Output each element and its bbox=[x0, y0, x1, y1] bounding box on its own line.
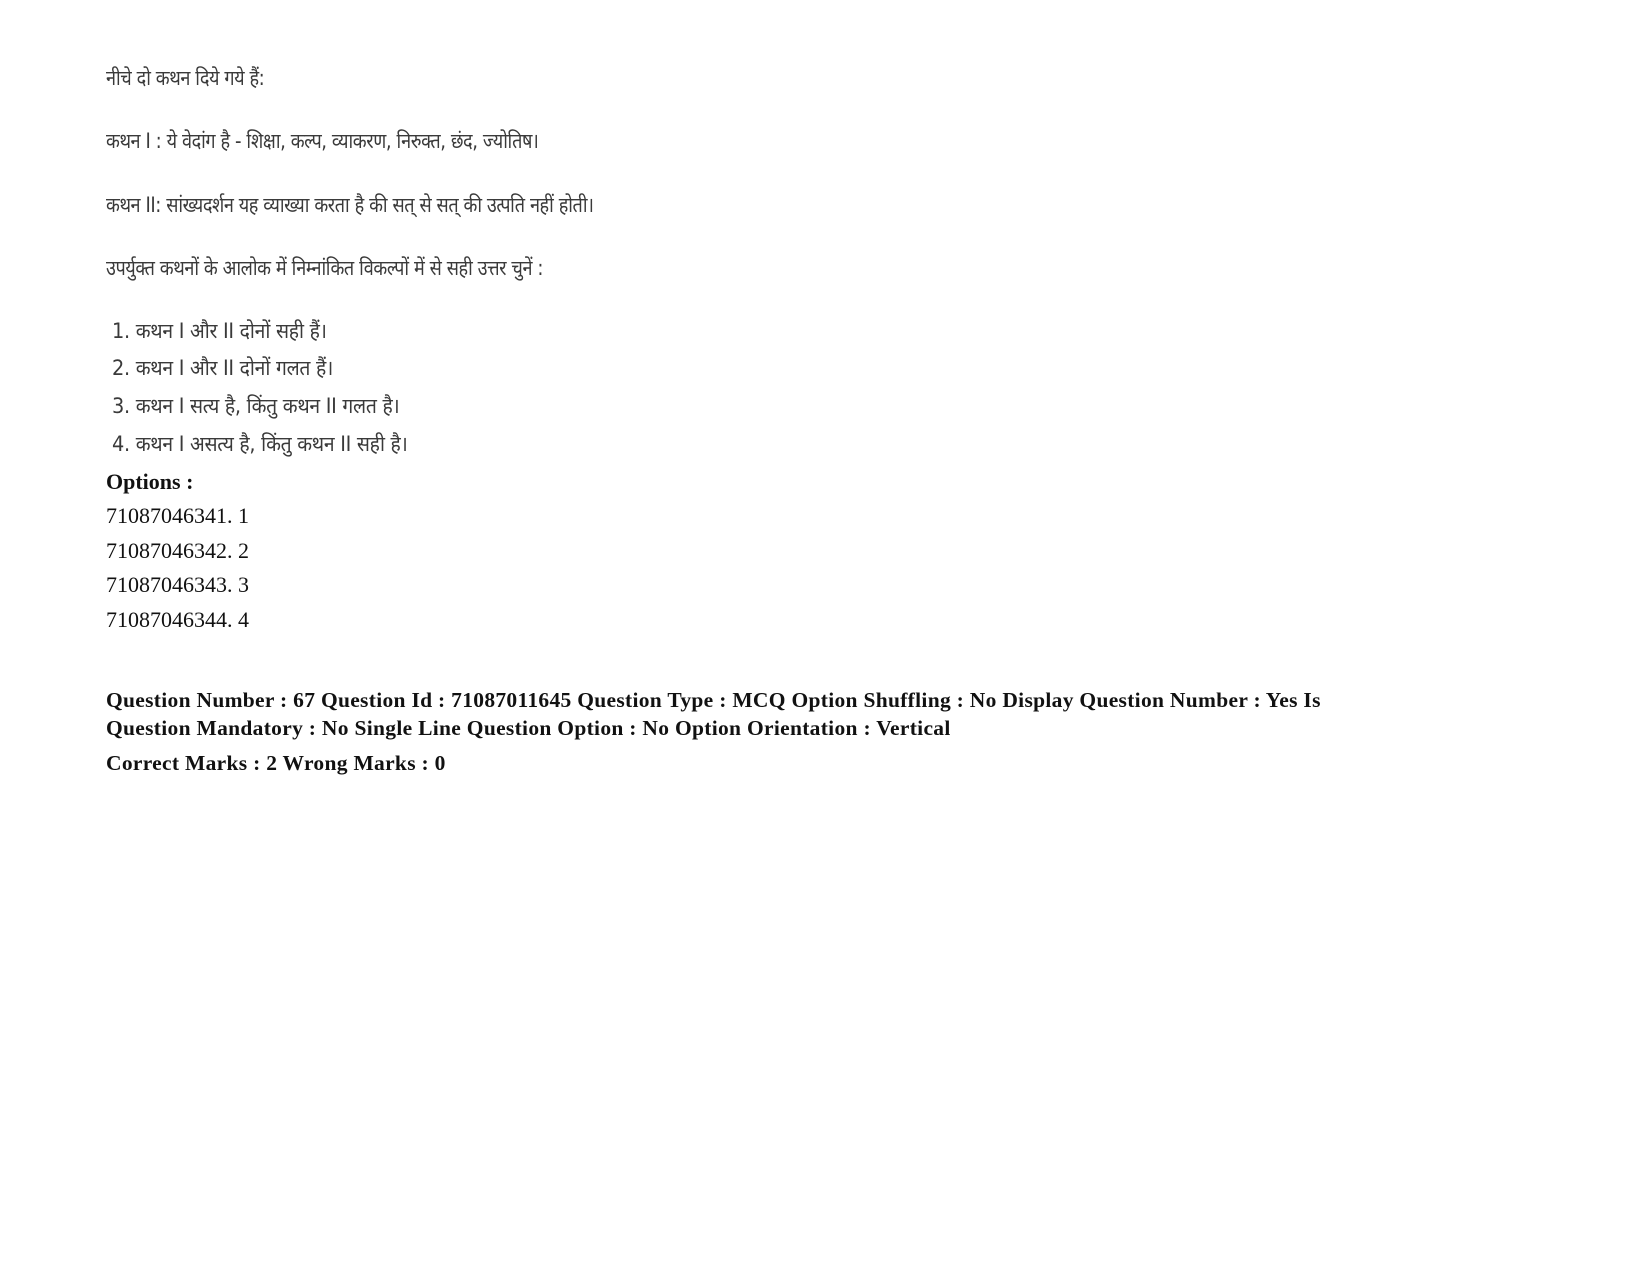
statement-1: कथन I : ये वेदांग है - शिक्षा, कल्प, व्य… bbox=[106, 129, 539, 153]
question-intro: नीचे दो कथन दिये गये हैं: bbox=[106, 66, 265, 90]
choice-item: 3. कथन I सत्य है, किंतु कथन II गलत है। bbox=[112, 394, 400, 418]
question-instruction: उपर्युक्त कथनों के आलोक में निम्नांकित व… bbox=[106, 256, 544, 280]
option-item: 71087046344. 4 bbox=[106, 607, 249, 632]
option-item: 71087046343. 3 bbox=[106, 572, 249, 597]
exam-document-page: नीचे दो कथन दिये गये हैं: कथन I : ये वेद… bbox=[0, 0, 1650, 1275]
option-item: 71087046342. 2 bbox=[106, 538, 249, 563]
choice-item: 4. कथन I असत्य है, किंतु कथन II सही है। bbox=[112, 432, 408, 456]
marks-line: Correct Marks : 2 Wrong Marks : 0 bbox=[106, 751, 446, 775]
metadata-line-1: Question Number : 67 Question Id : 71087… bbox=[106, 688, 1321, 712]
metadata-line-2: Question Mandatory : No Single Line Ques… bbox=[106, 716, 951, 740]
choice-item: 1. कथन I और II दोनों सही हैं। bbox=[112, 319, 327, 343]
statement-2: कथन II: सांख्यदर्शन यह व्याख्या करता है … bbox=[106, 193, 594, 217]
option-item: 71087046341. 1 bbox=[106, 503, 249, 528]
options-label: Options : bbox=[106, 469, 194, 494]
choice-item: 2. कथन I और II दोनों गलत हैं। bbox=[112, 356, 334, 380]
